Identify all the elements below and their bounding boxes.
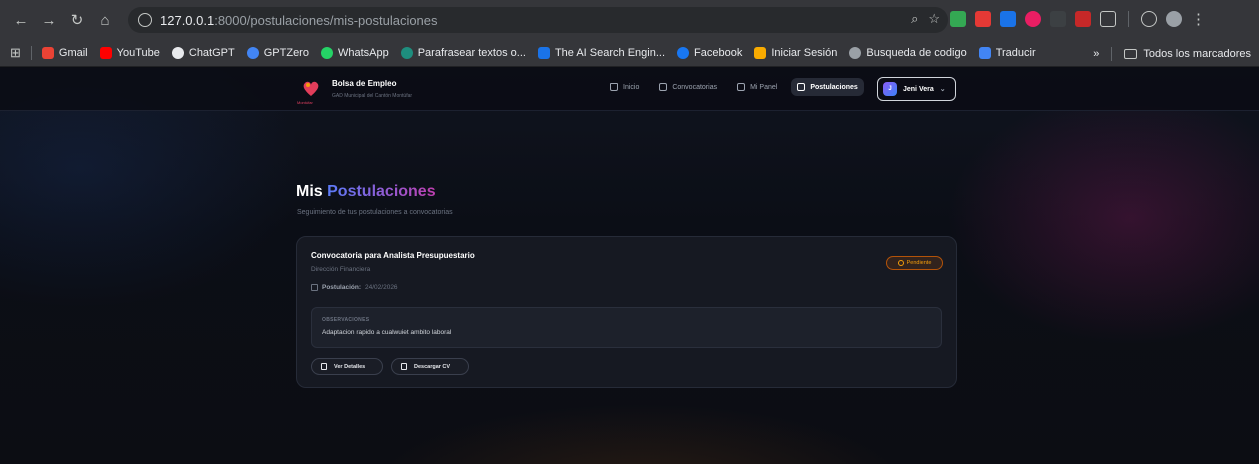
logo-caption: Montúfar bbox=[297, 100, 313, 105]
download-icon bbox=[401, 363, 407, 370]
user-name: Jeni Vera bbox=[903, 85, 934, 93]
extensions-puzzle-icon[interactable] bbox=[1100, 11, 1116, 27]
extension-blue-icon[interactable] bbox=[1000, 11, 1016, 27]
bookmark-chatgpt[interactable]: ChatGPT bbox=[171, 47, 235, 59]
nav-convocatorias[interactable]: Convocatorias bbox=[653, 78, 723, 96]
page-subtitle: Seguimiento de tus postulaciones a convo… bbox=[297, 209, 453, 216]
extensions-area: ⋮ bbox=[950, 10, 1206, 28]
bookmark-facebook[interactable]: Facebook bbox=[677, 47, 742, 59]
browser-menu-icon[interactable]: ⋮ bbox=[1191, 10, 1206, 28]
observations-text: Adaptacion rapido a cualwuiet ambito lab… bbox=[322, 329, 452, 336]
bookmark-gmail[interactable]: Gmail bbox=[41, 47, 88, 59]
application-date: Postulación: 24/02/2026 bbox=[311, 284, 398, 291]
folder-icon bbox=[1124, 48, 1138, 59]
apps-grid-icon[interactable]: ⊞ bbox=[10, 45, 21, 61]
extension-pink-icon[interactable] bbox=[1025, 11, 1041, 27]
application-card: Convocatoria para Analista Presupuestari… bbox=[296, 236, 957, 388]
bookmarks-overflow-button[interactable]: » bbox=[1093, 48, 1099, 60]
view-details-button[interactable]: Ver Detalles bbox=[311, 358, 383, 375]
profile-sync-icon[interactable] bbox=[1141, 11, 1157, 27]
document-icon bbox=[321, 363, 327, 370]
login-icon bbox=[754, 47, 767, 59]
url-path: :8000/postulaciones/mis-postulaciones bbox=[214, 12, 438, 28]
bookmark-gptzero[interactable]: GPTZero bbox=[246, 47, 309, 59]
extension-red-icon[interactable] bbox=[1075, 11, 1091, 27]
app-navbar: Montúfar Bolsa de Empleo GAD Municipal d… bbox=[0, 68, 1259, 111]
brand-subtitle: GAD Municipal del Cantón Montúfar bbox=[332, 93, 413, 99]
ai-search-icon bbox=[537, 47, 550, 59]
code-search-icon bbox=[849, 47, 862, 59]
parafrasear-icon bbox=[400, 47, 413, 59]
page-viewport: Montúfar Bolsa de Empleo GAD Municipal d… bbox=[0, 68, 1259, 464]
extension-shield-icon[interactable] bbox=[950, 11, 966, 27]
application-title: Convocatoria para Analista Presupuestari… bbox=[311, 251, 475, 260]
bookmark-busqueda-codigo[interactable]: Busqueda de codigo bbox=[849, 47, 967, 59]
calendar-icon bbox=[659, 83, 668, 91]
bookmark-ai-search[interactable]: The AI Search Engin... bbox=[537, 47, 665, 59]
address-bar[interactable]: 127.0.0.1:8000/postulaciones/mis-postula… bbox=[128, 7, 948, 33]
bookmark-star-icon[interactable]: ☆ bbox=[928, 11, 940, 27]
home-icon[interactable]: ⌂ bbox=[94, 9, 116, 31]
bookmark-traducir[interactable]: Traducir bbox=[978, 47, 1036, 59]
forward-icon[interactable]: → bbox=[38, 9, 60, 31]
status-badge: Pendiente bbox=[886, 256, 943, 270]
translate-icon bbox=[978, 47, 991, 59]
home-icon bbox=[610, 83, 618, 91]
download-cv-button[interactable]: Descargar CV bbox=[391, 358, 469, 375]
municipal-logo-icon[interactable] bbox=[300, 77, 322, 99]
facebook-icon bbox=[677, 47, 690, 59]
profile-avatar-icon[interactable] bbox=[1166, 11, 1182, 27]
browser-toolbar: ← → ↻ ⌂ 127.0.0.1:8000/postulaciones/mis… bbox=[0, 0, 1259, 40]
youtube-icon bbox=[99, 47, 112, 59]
bookmark-iniciar-sesion[interactable]: Iniciar Sesión bbox=[754, 47, 837, 59]
gptzero-icon bbox=[246, 47, 259, 59]
clock-icon bbox=[897, 260, 904, 266]
brand-title[interactable]: Bolsa de Empleo bbox=[332, 79, 396, 88]
observations-label: OBSERVACIONES bbox=[322, 317, 370, 323]
whatsapp-icon bbox=[320, 47, 333, 59]
nav-postulaciones[interactable]: Postulaciones bbox=[791, 78, 864, 96]
bookmarks-bar: ⊞ Gmail YouTube ChatGPT GPTZero WhatsApp… bbox=[0, 40, 1259, 67]
all-bookmarks-folder[interactable]: Todos los marcadores bbox=[1124, 48, 1251, 60]
page-title: Mis Postulaciones bbox=[296, 183, 436, 200]
url-host: 127.0.0.1 bbox=[160, 12, 215, 28]
zoom-icon[interactable]: ⌕ bbox=[911, 11, 918, 27]
observations-box: OBSERVACIONES Adaptacion rapido a cualwu… bbox=[311, 307, 942, 348]
bookmark-parafrasear[interactable]: Parafrasear textos o... bbox=[400, 47, 526, 59]
chevron-down-icon: ⌄ bbox=[939, 86, 946, 93]
grid-icon bbox=[737, 83, 746, 91]
site-info-icon[interactable] bbox=[138, 13, 152, 27]
extension-pdf-icon[interactable] bbox=[975, 11, 991, 27]
calendar-icon bbox=[311, 284, 318, 291]
main-menu: Inicio Convocatorias Mi Panel Postulacio… bbox=[604, 78, 864, 96]
bookmark-youtube[interactable]: YouTube bbox=[99, 47, 160, 59]
application-department: Dirección Financiera bbox=[311, 266, 371, 273]
nav-inicio[interactable]: Inicio bbox=[604, 78, 645, 96]
user-menu-button[interactable]: J Jeni Vera ⌄ bbox=[877, 77, 956, 101]
chatgpt-icon bbox=[171, 47, 184, 59]
reload-icon[interactable]: ↻ bbox=[66, 9, 88, 31]
nav-mi-panel[interactable]: Mi Panel bbox=[731, 78, 783, 96]
back-icon[interactable]: ← bbox=[10, 9, 32, 31]
extension-dark-icon[interactable] bbox=[1050, 11, 1066, 27]
document-icon bbox=[797, 83, 806, 91]
gmail-icon bbox=[41, 47, 54, 59]
bookmark-whatsapp[interactable]: WhatsApp bbox=[320, 47, 389, 59]
avatar: J bbox=[883, 82, 897, 96]
